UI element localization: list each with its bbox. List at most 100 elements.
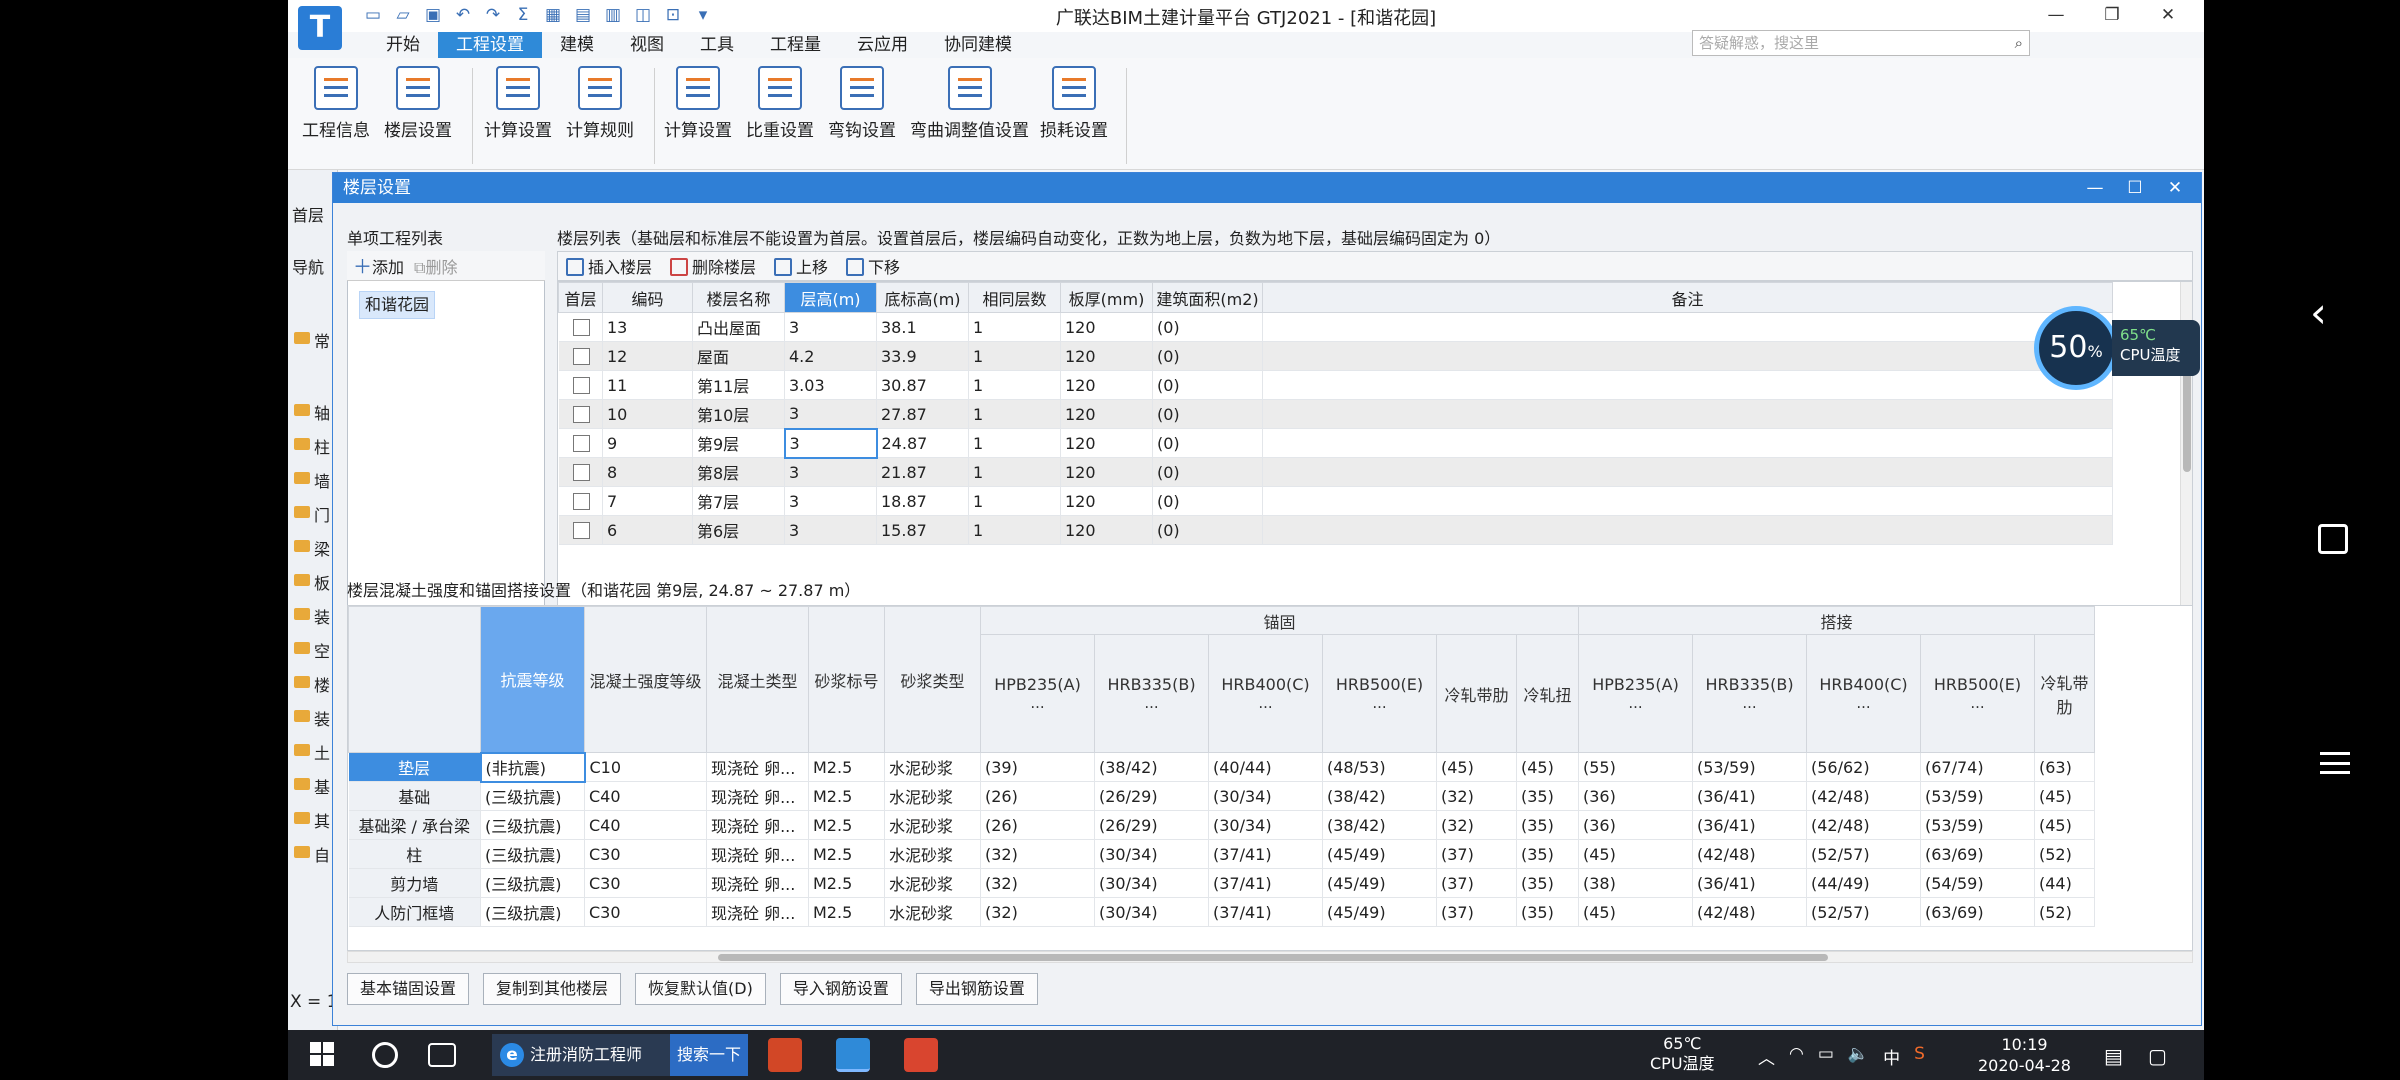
table-cell[interactable]: (45) (1516, 752, 1579, 782)
delete-button[interactable]: ⧉删除 (414, 254, 457, 278)
table-row[interactable]: 13 凸出屋面 3 38.1 1 120 (0) (558, 312, 2113, 342)
table-row[interactable]: 12 屋面 4.2 33.9 1 120 (0) (558, 341, 2113, 371)
table-cell[interactable]: (40/44) (1208, 752, 1323, 782)
table-cell[interactable]: (56/62) (1806, 752, 1921, 782)
table-cell[interactable]: (44) (2034, 868, 2095, 898)
rebar-calc-settings-button[interactable]: 计算设置 (664, 66, 732, 141)
table-cell[interactable]: (38/42) (1322, 781, 1437, 811)
table-cell[interactable]: (36/41) (1692, 781, 1807, 811)
battery-icon[interactable]: ▭ (1818, 1044, 1834, 1069)
table-cell[interactable]: (45) (1578, 897, 1693, 927)
table-row[interactable]: 基础 (三级抗震) C40 现浇砼 卵... M2.5 水泥砂浆 (26) (26/29) (3… (348, 781, 2095, 811)
calc-rules-button[interactable]: 计算规则 (566, 66, 634, 141)
table-cell[interactable]: (63) (2034, 752, 2095, 782)
table-cell[interactable]: (45) (1436, 752, 1517, 782)
density-settings-button[interactable]: 比重设置 (746, 66, 814, 141)
delete-floor-button[interactable]: 删除楼层 (670, 254, 756, 278)
table-row[interactable]: 7 第7层 3 18.87 1 120 (0) (558, 486, 2113, 516)
table-cell[interactable]: (36/41) (1692, 810, 1807, 840)
table-cell[interactable]: 水泥砂浆 (884, 868, 981, 898)
hook-settings-button[interactable]: 弯钩设置 (828, 66, 896, 141)
table-cell[interactable]: 现浇砼 卵... (706, 868, 809, 898)
table-cell[interactable]: C10 (584, 752, 707, 782)
table-cell[interactable]: C30 (584, 868, 707, 898)
project-info-button[interactable]: 工程信息 (302, 66, 370, 141)
table-cell[interactable]: (39) (980, 752, 1095, 782)
table-cell[interactable]: M2.5 (808, 897, 885, 927)
table-cell[interactable]: (三级抗震) (480, 868, 585, 898)
table-cell[interactable]: M2.5 (808, 752, 885, 782)
table-cell[interactable]: (三级抗震) (480, 897, 585, 927)
table-cell[interactable]: (45) (2034, 810, 2095, 840)
row-header[interactable]: 人防门框墙 (348, 897, 481, 927)
minimize-icon[interactable]: — (2075, 173, 2115, 203)
recorder-app-icon[interactable] (904, 1038, 938, 1072)
row-header[interactable]: 柱 (348, 839, 481, 869)
table-row[interactable]: 剪力墙 (三级抗震) C30 现浇砼 卵... M2.5 水泥砂浆 (32) (30/34)(… (348, 868, 2095, 898)
scroll-thumb[interactable] (718, 954, 1828, 961)
table-cell[interactable]: C40 (584, 781, 707, 811)
table-cell[interactable]: C30 (584, 839, 707, 869)
minimize-icon[interactable]: — (2028, 0, 2084, 30)
add-button[interactable]: ＋添加 (353, 252, 404, 279)
table-row[interactable]: 10 第10层 3 27.87 1 120 (0) (558, 399, 2113, 429)
first-floor-checkbox[interactable] (572, 492, 590, 510)
table-cell[interactable]: (67/74) (1920, 752, 2035, 782)
project-item[interactable]: 和谐花园 (359, 291, 435, 319)
table-cell[interactable]: (63/69) (1920, 839, 2035, 869)
table-cell[interactable]: 水泥砂浆 (884, 810, 981, 840)
tab-cloud[interactable]: 云应用 (839, 32, 926, 58)
table-cell[interactable]: 水泥砂浆 (884, 839, 981, 869)
network-icon[interactable]: ◠ (1789, 1044, 1804, 1069)
table-cell[interactable]: 水泥砂浆 (884, 752, 981, 782)
table-cell[interactable]: (30/34) (1094, 839, 1209, 869)
table-cell[interactable]: (55) (1578, 752, 1693, 782)
table-cell[interactable]: (42/48) (1806, 781, 1921, 811)
first-floor-checkbox[interactable] (572, 376, 590, 394)
nav-item[interactable]: 板 (314, 570, 330, 594)
table-cell[interactable]: 现浇砼 卵... (706, 897, 809, 927)
table-cell[interactable]: (三级抗震) (480, 781, 585, 811)
table-cell[interactable]: (32) (1436, 810, 1517, 840)
table-cell[interactable]: (32) (980, 868, 1095, 898)
table-cell[interactable]: M2.5 (808, 781, 885, 811)
nav-item[interactable]: 土 (314, 740, 330, 764)
calc-settings-button[interactable]: 计算设置 (484, 66, 552, 141)
table-cell[interactable]: (36) (1578, 781, 1693, 811)
row-header[interactable]: 垫层 (348, 752, 481, 782)
table-row[interactable]: 11 第11层 3.03 30.87 1 120 (0) (558, 370, 2113, 400)
table-cell[interactable]: (44/49) (1806, 868, 1921, 898)
nav-item[interactable]: 基 (314, 774, 330, 798)
search-circle-icon[interactable] (372, 1042, 398, 1068)
row-header[interactable]: 基础梁 / 承台梁 (348, 810, 481, 840)
table-cell[interactable]: (53/59) (1692, 752, 1807, 782)
table-cell[interactable]: (32) (1436, 781, 1517, 811)
volume-icon[interactable]: 🔈 (1848, 1044, 1869, 1069)
table-cell[interactable]: (37/41) (1208, 868, 1323, 898)
table-cell[interactable]: (36/41) (1692, 868, 1807, 898)
table-cell[interactable]: (38) (1578, 868, 1693, 898)
tab-quantities[interactable]: 工程量 (752, 32, 839, 58)
move-down-button[interactable]: 下移 (846, 254, 900, 278)
loss-settings-button[interactable]: 损耗设置 (1040, 66, 1108, 141)
import-rebar-button[interactable]: 导入钢筋设置 (779, 973, 902, 1005)
table-cell[interactable]: (37) (1436, 897, 1517, 927)
cpu-usage-widget[interactable]: 50% (2034, 306, 2118, 390)
table-cell[interactable]: (45/49) (1322, 868, 1437, 898)
table-row[interactable]: 垫层 (非抗震) C10 现浇砼 卵... M2.5 水泥砂浆 (39) (38/42) (40… (348, 751, 2095, 783)
sogou-icon[interactable]: S (1914, 1044, 1925, 1069)
nav-item[interactable]: 装 (314, 604, 330, 628)
nav-item[interactable]: 柱 (314, 434, 330, 458)
table-cell[interactable]: M2.5 (808, 810, 885, 840)
table-cell[interactable]: C30 (584, 897, 707, 927)
table-cell[interactable]: C40 (584, 810, 707, 840)
table-cell[interactable]: 现浇砼 卵... (706, 810, 809, 840)
menu-icon[interactable] (2320, 752, 2350, 774)
nav-item[interactable]: 装 (314, 706, 330, 730)
table-cell[interactable]: (38/42) (1322, 810, 1437, 840)
table-cell[interactable]: (45) (2034, 781, 2095, 811)
clock[interactable]: 10:19 2020-04-28 (1978, 1034, 2071, 1076)
table-cell[interactable]: M2.5 (808, 868, 885, 898)
table-cell[interactable]: (42/48) (1692, 839, 1807, 869)
nav-item[interactable]: 轴 (314, 400, 330, 424)
